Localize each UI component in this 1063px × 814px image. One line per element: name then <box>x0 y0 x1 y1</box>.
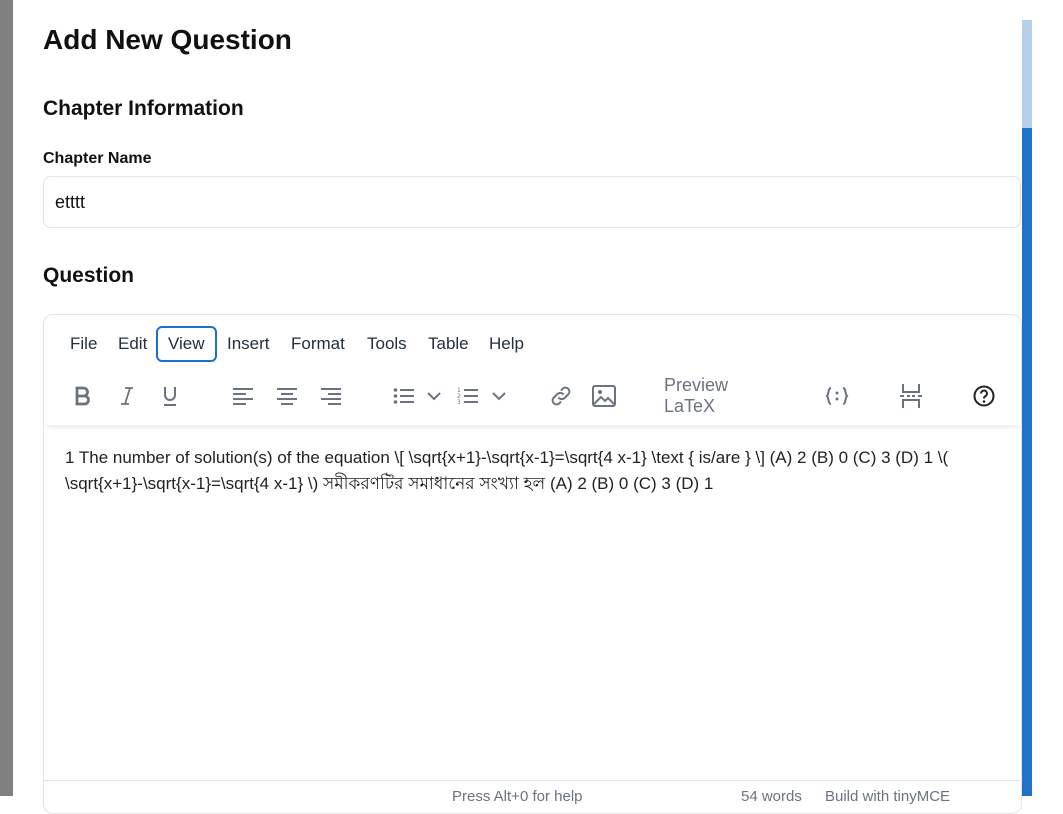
numbered-list-icon[interactable]: 123 <box>455 375 481 417</box>
scrollbar[interactable] <box>1022 20 1032 796</box>
align-left-icon[interactable] <box>230 375 256 417</box>
link-icon[interactable] <box>548 375 574 417</box>
italic-icon[interactable] <box>114 375 140 417</box>
overlay-edge <box>0 0 13 796</box>
question-section-title: Question <box>43 264 135 287</box>
bold-icon[interactable] <box>70 375 96 417</box>
page-title: Add New Question <box>43 24 292 55</box>
chapter-name-input[interactable] <box>43 176 1021 228</box>
menu-tools[interactable]: Tools <box>357 326 417 362</box>
word-count[interactable]: 54 words <box>741 788 802 805</box>
chapter-name-label: Chapter Name <box>43 150 152 167</box>
menu-edit[interactable]: Edit <box>108 326 157 362</box>
help-icon[interactable] <box>971 375 997 417</box>
scrollbar-thumb[interactable] <box>1022 20 1032 128</box>
preview-latex-label: Preview LaTeX <box>664 375 729 416</box>
editor-toolbar: 123 Preview LaTeX <box>44 375 1021 425</box>
menu-table[interactable]: Table <box>418 326 479 362</box>
page-break-icon[interactable] <box>898 375 924 417</box>
svg-text:3: 3 <box>457 399 461 406</box>
rich-text-editor: File Edit View Insert Format Tools Table… <box>43 314 1022 814</box>
chevron-down-icon[interactable] <box>425 375 443 417</box>
align-right-icon[interactable] <box>318 375 344 417</box>
chapter-section-title: Chapter Information <box>43 97 244 120</box>
editor-menubar: File Edit View Insert Format Tools Table… <box>44 315 1021 377</box>
menu-file[interactable]: File <box>60 326 107 362</box>
editor-content[interactable]: 1 The number of solution(s) of the equat… <box>65 445 1005 497</box>
editor-statusbar: Press Alt+0 for help 54 words Build with… <box>44 780 1021 813</box>
preview-latex-button[interactable]: Preview LaTeX <box>664 375 784 417</box>
tinymce-brand[interactable]: Build with tinyMCE <box>825 788 950 805</box>
menu-insert[interactable]: Insert <box>217 326 280 362</box>
underline-icon[interactable] <box>157 375 183 417</box>
status-help-hint: Press Alt+0 for help <box>452 788 583 805</box>
code-sample-icon[interactable] <box>823 375 851 417</box>
chevron-down-icon[interactable] <box>490 375 508 417</box>
align-center-icon[interactable] <box>274 375 300 417</box>
menu-view[interactable]: View <box>156 326 217 362</box>
menu-help[interactable]: Help <box>479 326 534 362</box>
image-icon[interactable] <box>591 375 617 417</box>
bullet-list-icon[interactable] <box>391 375 417 417</box>
menu-format[interactable]: Format <box>281 326 355 362</box>
